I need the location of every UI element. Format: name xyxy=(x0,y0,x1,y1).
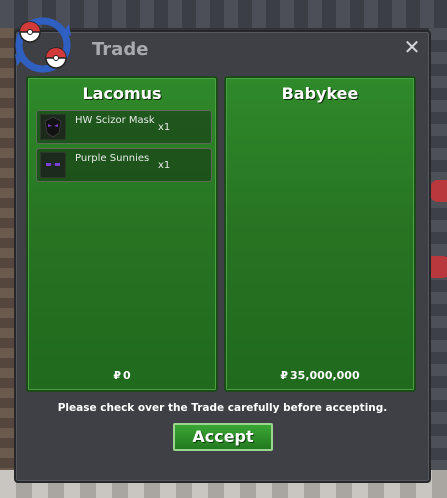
world-sprite xyxy=(430,180,447,202)
left-player-name: Lacomus xyxy=(82,84,162,103)
pokedollar-icon: ₽ xyxy=(280,369,289,382)
trade-item[interactable]: HW Scizor Mask x1 xyxy=(36,110,212,144)
scizor-mask-icon xyxy=(40,114,66,140)
trade-item[interactable]: Purple Sunnies x1 xyxy=(36,148,212,182)
right-player-name: Babykee xyxy=(281,84,359,103)
left-money-amount: 0 xyxy=(123,369,131,382)
dialog-title: Trade xyxy=(92,39,149,60)
trade-panel-right: Babykee ₽35,000,000 xyxy=(224,76,416,392)
item-name: Purple Sunnies xyxy=(75,153,150,164)
trade-titlebar[interactable]: Trade ✕ xyxy=(15,17,429,73)
close-icon[interactable]: ✕ xyxy=(403,37,421,57)
left-money-offer: ₽0 xyxy=(28,369,216,382)
left-item-list: HW Scizor Mask x1 Purple Sunnies x1 xyxy=(36,110,212,186)
item-name: HW Scizor Mask xyxy=(75,115,155,126)
pokedollar-icon: ₽ xyxy=(113,369,121,382)
right-money-amount: 35,000,000 xyxy=(290,369,360,382)
item-quantity: x1 xyxy=(158,160,171,171)
world-wall-left xyxy=(0,28,14,498)
accept-button[interactable]: Accept xyxy=(173,423,273,451)
item-quantity: x1 xyxy=(158,122,171,133)
trade-notice: Please check over the Trade carefully be… xyxy=(57,402,388,414)
pokeball-trade-logo-icon xyxy=(15,17,71,73)
right-money-offer: ₽35,000,000 xyxy=(226,369,414,382)
purple-sunnies-icon xyxy=(40,152,66,178)
trade-dialog: Trade ✕ Lacomus HW Scizor Mask x1 Purple… xyxy=(14,17,431,483)
trade-panel-left: Lacomus HW Scizor Mask x1 Purple Sunnies… xyxy=(26,76,218,392)
